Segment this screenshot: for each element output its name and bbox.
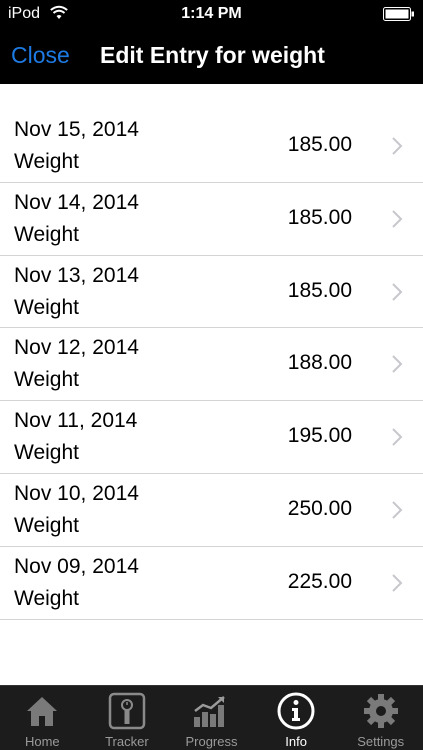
- entry-date: Nov 12, 2014: [14, 336, 139, 360]
- tab-label: Home: [24, 734, 60, 749]
- entry-label: Weight: [14, 441, 79, 465]
- gear-icon: [363, 694, 398, 728]
- chevron-right-icon: [392, 355, 403, 374]
- tab-label: Tracker: [105, 734, 149, 749]
- close-button[interactable]: Close: [11, 42, 70, 69]
- home-icon: [27, 697, 58, 726]
- entry-value: 225.00: [287, 569, 352, 593]
- entry-row[interactable]: Nov 14, 2014 Weight 185.00: [0, 183, 423, 256]
- entry-date: Nov 14, 2014: [14, 190, 139, 214]
- entry-value: 185.00: [287, 205, 352, 229]
- entry-label: Weight: [14, 295, 79, 319]
- entry-row[interactable]: Nov 13, 2014 Weight 185.00: [0, 256, 423, 329]
- entry-label: Weight: [14, 150, 79, 173]
- chevron-right-icon: [392, 428, 403, 446]
- entry-label: Weight: [14, 586, 79, 610]
- tab-progress[interactable]: Progress: [169, 686, 254, 750]
- entry-value: 195.00: [287, 424, 352, 448]
- tab-bar: Home Tracker Progress Info Settings: [0, 685, 423, 750]
- chevron-right-icon: [392, 282, 403, 301]
- entry-date: Nov 11, 2014: [14, 409, 138, 433]
- battery-icon: [383, 7, 414, 21]
- entry-row[interactable]: Nov 09, 2014 Weight 225.00: [0, 547, 423, 620]
- entry-label: Weight: [14, 222, 79, 246]
- status-time: 1:14 PM: [181, 5, 242, 22]
- chevron-right-icon: [392, 210, 403, 228]
- entry-date: Nov 15, 2014: [14, 118, 139, 141]
- info-icon: [277, 692, 315, 730]
- nav-bar: Close Edit Entry for weight: [0, 28, 423, 84]
- chevron-right-icon: [392, 574, 403, 592]
- entry-value: 185.00: [287, 278, 352, 302]
- entry-date: Nov 09, 2014: [14, 554, 139, 578]
- tab-info[interactable]: Info: [254, 686, 339, 750]
- entry-date: Nov 13, 2014: [14, 263, 139, 287]
- tab-label: Progress: [185, 734, 238, 749]
- tab-tracker[interactable]: Tracker: [85, 686, 170, 750]
- entry-label: Weight: [14, 513, 79, 537]
- chevron-right-icon: [392, 501, 403, 519]
- tab-home[interactable]: Home: [0, 686, 85, 750]
- entry-row[interactable]: Nov 15, 2014 Weight 185.00: [0, 110, 423, 183]
- entry-date: Nov 10, 2014: [14, 481, 139, 505]
- entry-row[interactable]: Nov 11, 2014 Weight 195.00: [0, 401, 423, 474]
- entry-row[interactable]: Nov 10, 2014 Weight 250.00: [0, 474, 423, 547]
- page-title: Edit Entry for weight: [100, 42, 325, 68]
- chart-icon: [194, 696, 226, 727]
- status-bar: iPod 1:14 PM: [0, 0, 423, 28]
- entry-value: 188.00: [287, 351, 352, 375]
- entry-label: Weight: [14, 368, 79, 392]
- tab-label: Info: [285, 734, 307, 749]
- entry-list: Nov 15, 2014 Weight 185.00 Nov 14, 2014 …: [0, 110, 423, 620]
- tab-label: Settings: [357, 734, 405, 749]
- chevron-right-icon: [392, 137, 403, 155]
- entry-value: 250.00: [287, 496, 352, 520]
- entry-value: 185.00: [287, 133, 352, 156]
- tab-settings[interactable]: Settings: [338, 686, 423, 750]
- entry-row[interactable]: Nov 12, 2014 Weight 188.00: [0, 328, 423, 402]
- scale-icon: [108, 692, 146, 730]
